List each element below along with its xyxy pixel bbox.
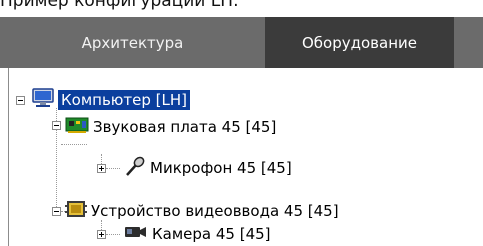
hardware-tree: Компьютер [LH] Звуковая плата 45 [45] Ми… bbox=[8, 68, 483, 246]
tree-guide bbox=[101, 154, 102, 164]
collapse-toggle[interactable] bbox=[16, 96, 25, 105]
tree-node-camera[interactable]: Камера 45 [45] bbox=[124, 222, 271, 246]
tree-node-video-device[interactable]: Устройство видеоввода 45 [45] bbox=[65, 199, 339, 223]
tree-node-label: Компьютер [LH] bbox=[58, 90, 191, 110]
tree-node-label: Звуковая плата 45 [45] bbox=[93, 118, 277, 136]
camera-icon bbox=[124, 224, 148, 244]
tree-node-label: Микрофон 45 [45] bbox=[150, 159, 292, 177]
page-caption: Пример конфигурации LH: bbox=[0, 0, 239, 11]
computer-icon bbox=[32, 88, 54, 112]
video-capture-icon bbox=[65, 199, 87, 223]
collapse-toggle[interactable] bbox=[52, 121, 61, 130]
sound-card-icon bbox=[65, 116, 89, 138]
tree-node-label: Камера 45 [45] bbox=[152, 225, 271, 243]
expand-toggle[interactable] bbox=[97, 230, 106, 239]
tree-node-microphone[interactable]: Микрофон 45 [45] bbox=[124, 156, 292, 180]
tree-guide bbox=[106, 168, 120, 169]
expand-toggle[interactable] bbox=[97, 164, 106, 173]
collapse-toggle[interactable] bbox=[52, 207, 61, 216]
tab-bar: Архитектура Оборудование bbox=[0, 17, 483, 68]
tree-node-sound-card[interactable]: Звуковая плата 45 [45] bbox=[65, 115, 276, 139]
tree-node-computer[interactable]: Компьютер [LH] bbox=[32, 88, 191, 112]
tree-guide bbox=[106, 234, 120, 235]
tab-architecture[interactable]: Архитектура bbox=[0, 17, 265, 68]
tree-guide bbox=[61, 144, 87, 145]
tab-hardware[interactable]: Оборудование bbox=[265, 17, 454, 68]
tree-node-label: Устройство видеоввода 45 [45] bbox=[91, 202, 339, 220]
microphone-icon bbox=[124, 155, 146, 181]
